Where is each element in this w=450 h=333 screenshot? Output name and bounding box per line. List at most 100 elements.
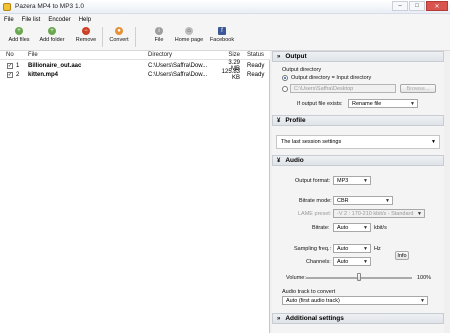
close-button[interactable]: ✕ xyxy=(426,1,448,11)
lame-preset-select[interactable]: -V 2 : 170-210 kbit/s - Standard ▼ xyxy=(333,209,425,218)
collapse-icon: ¥ xyxy=(277,117,281,124)
home-page-label: Home page xyxy=(174,37,204,43)
facebook-label: Facebook xyxy=(209,37,235,43)
facebook-icon: f xyxy=(218,27,226,35)
radio-same-as-input-label[interactable]: Output directory = Input directory xyxy=(291,75,371,81)
add-files-button[interactable]: + Add files xyxy=(6,25,32,49)
channels-value: Auto xyxy=(337,258,349,265)
facebook-button[interactable]: f Facebook xyxy=(208,25,236,49)
home-page-button[interactable]: ⌂ Home page xyxy=(174,25,204,49)
bitrate-value: Auto xyxy=(337,224,349,231)
column-status[interactable]: Status xyxy=(247,52,264,58)
remove-icon: − xyxy=(82,27,90,35)
sampling-freq-select[interactable]: Auto ▼ xyxy=(333,244,371,253)
chevron-down-icon: ▼ xyxy=(363,225,368,231)
remove-label: Remove xyxy=(75,37,97,43)
output-directory-label: Output directory xyxy=(282,67,322,73)
channels-label: Channels: xyxy=(306,259,331,265)
output-format-select[interactable]: MP3 ▼ xyxy=(333,176,371,185)
row-status: Ready xyxy=(247,72,265,78)
chevron-down-icon: ▼ xyxy=(417,211,422,217)
add-icon: + xyxy=(15,27,23,35)
row-checkbox[interactable]: ✓ xyxy=(7,63,13,69)
lame-preset-value: -V 2 : 170-210 kbit/s - Standard xyxy=(337,210,414,217)
channels-select[interactable]: Auto ▼ xyxy=(333,257,371,266)
row-file: Billionaire_out.aac xyxy=(28,63,82,69)
file-info-button[interactable]: i File xyxy=(150,25,168,49)
radio-same-as-input[interactable] xyxy=(282,75,288,81)
browse-button[interactable]: Browse... xyxy=(400,84,436,93)
info-icon: i xyxy=(155,27,163,35)
row-size: 125.83 KB xyxy=(221,69,240,81)
column-size[interactable]: Size xyxy=(218,52,240,58)
row-status: Ready xyxy=(247,63,265,69)
output-format-label: Output format: xyxy=(295,178,331,184)
chevron-down-icon: ▼ xyxy=(431,139,436,145)
profile-section-header[interactable]: ¥ Profile xyxy=(272,115,444,126)
volume-label: Volume: xyxy=(286,275,306,281)
column-no[interactable]: No xyxy=(6,52,14,58)
audio-track-label: Audio track to convert xyxy=(282,289,336,295)
file-exists-label: If output file exists: xyxy=(297,101,343,107)
column-file[interactable]: File xyxy=(28,52,38,58)
chevron-down-icon: ▼ xyxy=(363,246,368,252)
row-checkbox[interactable]: ✓ xyxy=(7,72,13,78)
menu-bar: File File list Encoder Help xyxy=(0,14,450,25)
row-directory: C:\Users\Saffra\Dow... xyxy=(148,72,208,78)
column-directory[interactable]: Directory xyxy=(148,52,172,58)
bitrate-select[interactable]: Auto ▼ xyxy=(333,223,371,232)
collapse-icon: ¥ xyxy=(277,157,281,164)
chevron-down-icon: ▼ xyxy=(363,178,368,184)
chevron-down-icon: ▼ xyxy=(363,259,368,265)
toolbar-separator xyxy=(102,27,103,47)
bitrate-mode-label: Bitrate mode: xyxy=(299,198,332,204)
bitrate-label: Bitrate: xyxy=(312,225,330,231)
additional-settings-header[interactable]: » Additional settings xyxy=(272,313,444,324)
bitrate-unit: kbit/s xyxy=(374,225,387,231)
output-header-label: Output xyxy=(285,53,307,60)
radio-custom-directory[interactable] xyxy=(282,86,288,92)
add-folder-icon: + xyxy=(48,27,56,35)
file-list-header: No File Directory Size Status xyxy=(0,51,270,60)
sampling-freq-unit: Hz xyxy=(374,246,381,252)
profile-select[interactable]: The last session settings ▼ xyxy=(276,135,440,149)
minimize-button[interactable]: – xyxy=(392,1,408,11)
sampling-freq-value: Auto xyxy=(337,245,349,252)
sampling-freq-label: Sampling freq.: xyxy=(294,246,331,252)
expand-icon: » xyxy=(277,315,281,322)
remove-button[interactable]: − Remove xyxy=(74,25,98,49)
toolbar-separator xyxy=(135,27,136,47)
bitrate-mode-select[interactable]: CBR ▼ xyxy=(333,196,393,205)
title-bar: Pazera MP4 to MP3 1.0 – □ ✕ xyxy=(0,0,450,14)
info-button[interactable]: Info xyxy=(395,251,409,260)
file-info-label: File xyxy=(154,37,164,43)
menu-help[interactable]: Help xyxy=(75,17,95,23)
menu-file-list[interactable]: File list xyxy=(18,17,45,23)
output-section-header[interactable]: » Output xyxy=(272,51,444,62)
convert-icon: ● xyxy=(115,27,123,35)
convert-button[interactable]: ● Convert xyxy=(107,25,131,49)
chevron-down-icon: ▼ xyxy=(420,298,425,304)
audio-header-label: Audio xyxy=(285,157,304,164)
additional-settings-label: Additional settings xyxy=(285,315,344,322)
row-file: kitten.mp4 xyxy=(28,72,59,78)
volume-slider-thumb[interactable] xyxy=(357,273,361,281)
maximize-button[interactable]: □ xyxy=(409,1,425,11)
audio-track-select[interactable]: Auto (first audio track) ▼ xyxy=(282,296,428,305)
profile-header-label: Profile xyxy=(285,117,306,124)
audio-track-value: Auto (first audio track) xyxy=(286,297,340,304)
add-folder-button[interactable]: + Add folder xyxy=(38,25,66,49)
file-list[interactable]: No File Directory Size Status ✓ 1 Billio… xyxy=(0,51,270,333)
audio-section-header[interactable]: ¥ Audio xyxy=(272,155,444,166)
menu-encoder[interactable]: Encoder xyxy=(44,17,74,23)
table-row[interactable]: ✓ 2 kitten.mp4 C:\Users\Saffra\Dow... 12… xyxy=(0,69,270,81)
bitrate-mode-value: CBR xyxy=(337,197,349,204)
file-exists-select[interactable]: Rename file ▼ xyxy=(348,99,418,108)
row-number: 2 xyxy=(16,72,20,78)
output-path-input[interactable]: C:\Users\Saffra\Desktop xyxy=(290,84,396,93)
convert-label: Convert xyxy=(109,37,129,43)
row-directory: C:\Users\Saffra\Dow... xyxy=(148,63,208,69)
volume-value: 100% xyxy=(417,275,432,281)
menu-file[interactable]: File xyxy=(0,17,18,23)
lame-preset-label: LAME preset: xyxy=(298,211,332,217)
